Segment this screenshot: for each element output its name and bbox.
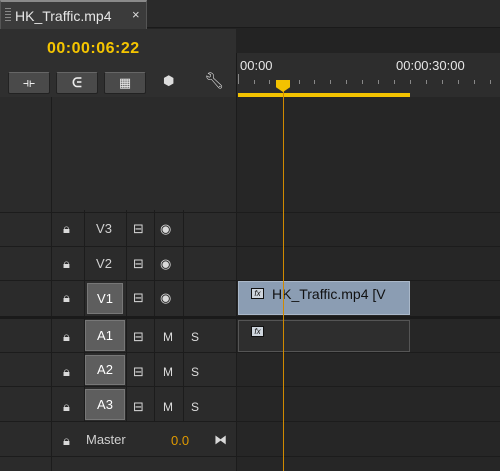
tab-title: HK_Traffic.mp4 [15, 8, 112, 24]
fx-badge: fx [251, 288, 264, 299]
solo-button[interactable]: S [191, 400, 199, 414]
toggle-sync-lock-icon[interactable]: ⊟ [133, 256, 144, 272]
ruler-tick [314, 80, 315, 84]
track-name-a2[interactable]: A2 [85, 355, 125, 385]
go-to-edge-icon[interactable]: ⧓ [214, 432, 227, 448]
ruler-tick [378, 80, 379, 84]
playhead-timecode[interactable]: 00:00:06:22 [47, 40, 140, 58]
eye-icon[interactable]: ◉ [160, 221, 171, 237]
tab-grip-icon[interactable] [5, 8, 11, 22]
tab-close-icon[interactable]: × [132, 7, 140, 22]
mute-button[interactable]: M [163, 330, 173, 344]
ruler-tick [238, 74, 239, 84]
ruler-tick [458, 80, 459, 84]
playhead-line[interactable] [283, 88, 284, 471]
snap-icon: ⟛ [23, 75, 35, 90]
wrench-icon[interactable]: 🔧︎ [204, 71, 224, 90]
ruler-tick [362, 80, 363, 84]
mute-button[interactable]: M [163, 365, 173, 379]
ruler-tick [330, 80, 331, 84]
eye-icon[interactable]: ◉ [160, 290, 171, 306]
lock-icon[interactable]: 🔒︎ [63, 290, 70, 306]
track-name-v3[interactable]: V3 [87, 221, 121, 236]
ruler-tick [490, 80, 491, 84]
ruler-tick [426, 80, 427, 84]
mute-button[interactable]: M [163, 400, 173, 414]
track-name-v1[interactable]: V1 [87, 283, 123, 314]
track-separator [0, 246, 500, 247]
track-name-a1[interactable]: A1 [85, 320, 125, 351]
toggle-sync-lock-icon[interactable]: ⊟ [133, 329, 144, 345]
lock-icon[interactable]: 🔒︎ [63, 256, 70, 272]
linked-selection-button[interactable]: ᕮ [56, 72, 98, 94]
master-track-label: Master [86, 432, 126, 447]
track-separator [0, 352, 500, 353]
track-separator [0, 421, 500, 422]
ruler-end-label: 00:00:30:00 [396, 58, 465, 73]
link-icon: ᕮ [72, 75, 82, 90]
solo-button[interactable]: S [191, 330, 199, 344]
ruler-tick [346, 80, 347, 84]
header-divider [236, 97, 237, 471]
lock-icon[interactable]: 🔒︎ [63, 399, 70, 415]
video-clip[interactable]: fx HK_Traffic.mp4 [V [238, 281, 410, 315]
toggle-sync-lock-icon[interactable]: ⊟ [133, 364, 144, 380]
track-separator [0, 386, 500, 387]
toggle-sync-lock-icon[interactable]: ⊟ [133, 221, 144, 237]
header-divider [51, 97, 52, 471]
lock-icon[interactable]: 🔒︎ [63, 329, 70, 345]
ruler-tick [410, 80, 411, 84]
track-name-v2[interactable]: V2 [87, 256, 121, 271]
ruler-tick [299, 80, 300, 84]
solo-button[interactable]: S [191, 365, 199, 379]
sequence-tab[interactable]: HK_Traffic.mp4 × [0, 0, 147, 29]
linked-selection-icon: ▦ [118, 75, 132, 90]
add-marker-button[interactable]: ▦ [104, 72, 146, 94]
snap-button[interactable]: ⟛ [8, 72, 50, 94]
add-marker-icon[interactable]: ⬢ [163, 73, 175, 88]
eye-icon[interactable]: ◉ [160, 256, 171, 272]
ruler-tick [442, 80, 443, 84]
lock-icon[interactable]: 🔒︎ [63, 221, 70, 237]
track-separator [0, 212, 500, 213]
ruler-tick [394, 80, 395, 84]
fx-badge: fx [251, 326, 264, 337]
lock-icon[interactable]: 🔒︎ [63, 433, 70, 449]
video-audio-divider[interactable] [0, 316, 500, 319]
track-separator [0, 456, 500, 457]
ruler-tick [269, 80, 270, 84]
track-name-a3[interactable]: A3 [85, 389, 125, 420]
ruler-tick [474, 80, 475, 84]
ruler-tick [254, 80, 255, 84]
lock-icon[interactable]: 🔒︎ [63, 364, 70, 380]
master-volume-value[interactable]: 0.0 [171, 433, 189, 448]
ruler-start-label: 00:00 [240, 58, 273, 73]
audio-clip[interactable]: fx [238, 320, 410, 352]
toggle-sync-lock-icon[interactable]: ⊟ [133, 399, 144, 415]
toggle-sync-lock-icon[interactable]: ⊟ [133, 290, 144, 306]
clip-name: HK_Traffic.mp4 [V [272, 286, 386, 302]
